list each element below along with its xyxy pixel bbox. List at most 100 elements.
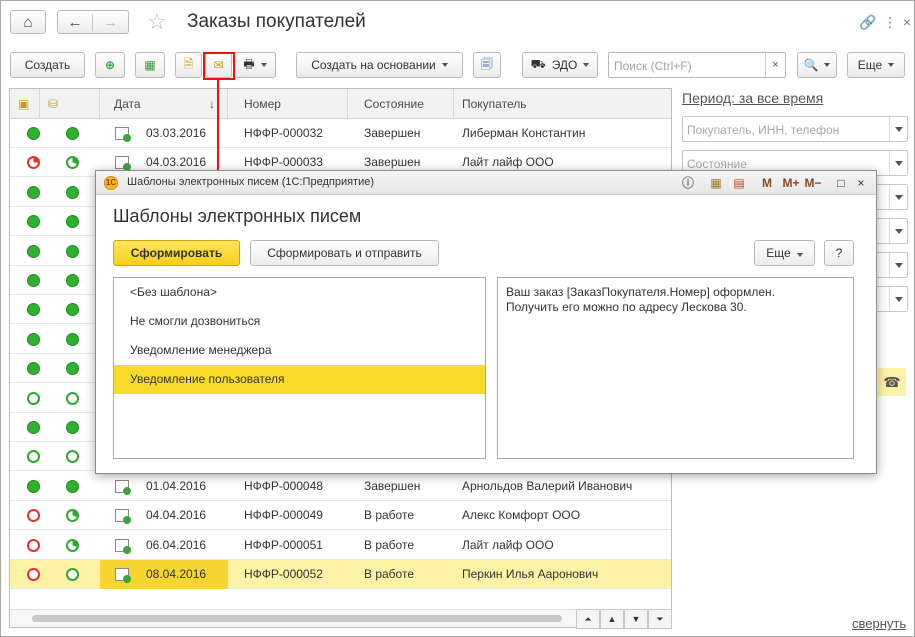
row-number: НФФР-000048: [244, 478, 323, 493]
add-copy-icon: ⊕: [104, 58, 116, 72]
status-icon: [27, 479, 40, 493]
chevron-down-icon[interactable]: [889, 185, 907, 209]
payment-status-icon: [66, 274, 79, 287]
payment-status-icon: [66, 156, 79, 170]
calendar-icon[interactable]: ▤: [730, 174, 748, 192]
report-button[interactable]: 🗎: [175, 52, 202, 78]
template-item-no-answer[interactable]: Не смогли дозвониться: [114, 307, 485, 336]
attachment-button[interactable]: 🗐: [473, 52, 501, 78]
forward-arrow-icon[interactable]: →: [93, 14, 128, 31]
customer-filter[interactable]: Покупатель, ИНН, телефон: [682, 116, 908, 142]
status-icon: [27, 127, 40, 140]
chevron-down-icon[interactable]: [889, 219, 907, 243]
table-row[interactable]: 01.04.2016 НФФР-000048 Завершен Арнольдов В…: [10, 472, 671, 501]
status-icon: [27, 156, 40, 170]
edo-button[interactable]: ⛟ ЭДО: [522, 52, 598, 78]
collapse-link[interactable]: свернуть: [852, 616, 906, 631]
search-input[interactable]: Поиск (Ctrl+F) ×: [608, 52, 786, 78]
table-row[interactable]: 08.04.2016 НФФР-000052 В работе Перкин Илья…: [10, 560, 671, 589]
dialog-window-title: Шаблоны электронных писем (1С:Предприяти…: [127, 176, 375, 188]
copy-button[interactable]: ⊕: [95, 52, 125, 78]
row-customer: Перкин Илья Аaронович: [462, 567, 599, 581]
payment-status-icon: [66, 362, 79, 376]
period-link[interactable]: Период: за все время: [682, 90, 823, 106]
document-posted-icon: [115, 538, 131, 554]
scroll-up-button[interactable]: ▲: [600, 609, 624, 629]
edo-icon: ⛟: [530, 57, 546, 71]
template-item-none[interactable]: <Без шаблона>: [114, 278, 485, 307]
horizontal-scrollbar[interactable]: [10, 609, 671, 627]
scroll-bottom-button[interactable]: ⏷: [648, 609, 672, 629]
close-icon[interactable]: ×: [852, 174, 870, 192]
status-icon: [27, 568, 40, 581]
favorite-star-icon[interactable]: ☆: [147, 9, 167, 35]
status-icon: [27, 303, 40, 317]
back-arrow-icon[interactable]: ←: [58, 13, 93, 31]
close-icon[interactable]: ×: [897, 12, 915, 32]
home-button[interactable]: ⌂: [10, 10, 46, 34]
status-icon: [27, 244, 40, 258]
row-customer: Лайт лайф ООО: [462, 537, 554, 552]
chevron-down-icon[interactable]: [889, 151, 907, 175]
status-icon: [27, 391, 40, 405]
phone-icon[interactable]: ☎: [878, 368, 906, 396]
preview-line-1: Ваш заказ [ЗаказПокупателя.Номер] оформл…: [506, 285, 775, 299]
chevron-down-icon: [583, 63, 590, 67]
generate-button[interactable]: Сформировать: [113, 240, 240, 266]
1c-logo-icon: 1С: [104, 176, 118, 190]
row-state: В работе: [364, 508, 415, 523]
row-number: НФФР-000032: [244, 126, 323, 140]
print-button[interactable]: 🖶: [234, 52, 276, 78]
table-settings-button[interactable]: ▦: [135, 52, 165, 78]
calculator-icon[interactable]: ▦: [707, 174, 725, 192]
row-customer: Либерман Константин: [462, 126, 586, 140]
help-button[interactable]: ?: [824, 240, 854, 266]
payment-status-icon: [66, 391, 79, 405]
header-customer[interactable]: Покупатель: [454, 89, 671, 119]
clear-search-button[interactable]: ×: [765, 53, 785, 77]
template-item-manager[interactable]: Уведомление менеджера: [114, 336, 485, 365]
chevron-down-icon: [441, 63, 448, 67]
header-number[interactable]: Номер: [228, 89, 348, 119]
row-number: НФФР-000049: [244, 508, 323, 523]
memory-plus-icon[interactable]: M+: [780, 174, 802, 192]
table-icon: ▦: [144, 58, 156, 72]
row-date: 04.04.2016: [146, 508, 207, 523]
dialog-more-button[interactable]: Еще: [754, 240, 815, 266]
page-title: Заказы покупателей: [187, 11, 366, 32]
row-state: Завершен: [364, 478, 421, 493]
more-button[interactable]: Еще: [847, 52, 905, 78]
search-options-button[interactable]: 🔍: [797, 52, 837, 78]
template-preview[interactable]: Ваш заказ [ЗаказПокупателя.Номер] оформл…: [497, 277, 854, 459]
create-button[interactable]: Создать: [10, 52, 85, 78]
memory-minus-icon[interactable]: M−: [802, 174, 824, 192]
generate-and-send-button[interactable]: Сформировать и отправить: [250, 240, 439, 266]
payment-status-icon: [66, 332, 79, 346]
scroll-top-button[interactable]: ⏶: [576, 609, 600, 629]
table-row[interactable]: 04.04.2016 НФФР-000049 В работе Алекс Комфо…: [10, 501, 671, 531]
chevron-down-icon[interactable]: [889, 253, 907, 277]
header-coins-icon[interactable]: ⛁: [40, 89, 100, 119]
memory-m-icon[interactable]: M: [758, 174, 776, 192]
payment-status-icon: [66, 244, 79, 258]
info-icon[interactable]: ⓘ: [679, 174, 697, 192]
header-state[interactable]: Состояние: [348, 89, 454, 119]
history-nav: ← →: [57, 10, 129, 34]
printer-icon: 🖶: [243, 56, 255, 71]
scroll-down-button[interactable]: ▼: [624, 609, 648, 629]
link-icon[interactable]: 🔗: [858, 12, 878, 32]
table-row[interactable]: 03.03.2016 НФФР-000032 Завершен Либерман Ко…: [10, 119, 671, 148]
table-row[interactable]: 06.04.2016 НФФР-000051 В работе Лайт лайф О…: [10, 531, 671, 560]
template-item-user[interactable]: Уведомление пользователя: [114, 365, 485, 394]
sort-desc-icon: ↓: [209, 97, 215, 111]
dialog-titlebar: 1С Шаблоны электронных писем (1С:Предпри…: [96, 171, 876, 195]
row-number: НФФР-000051: [244, 537, 323, 552]
document-posted-icon: [115, 568, 131, 583]
chevron-down-icon: [260, 63, 267, 67]
header-date[interactable]: Дата ↓: [100, 89, 228, 119]
header-box-icon[interactable]: ▣: [10, 89, 40, 119]
maximize-icon[interactable]: □: [832, 174, 850, 192]
create-based-on-button[interactable]: Создать на основании: [296, 52, 463, 78]
chevron-down-icon[interactable]: [889, 117, 907, 141]
chevron-down-icon[interactable]: [889, 287, 907, 311]
